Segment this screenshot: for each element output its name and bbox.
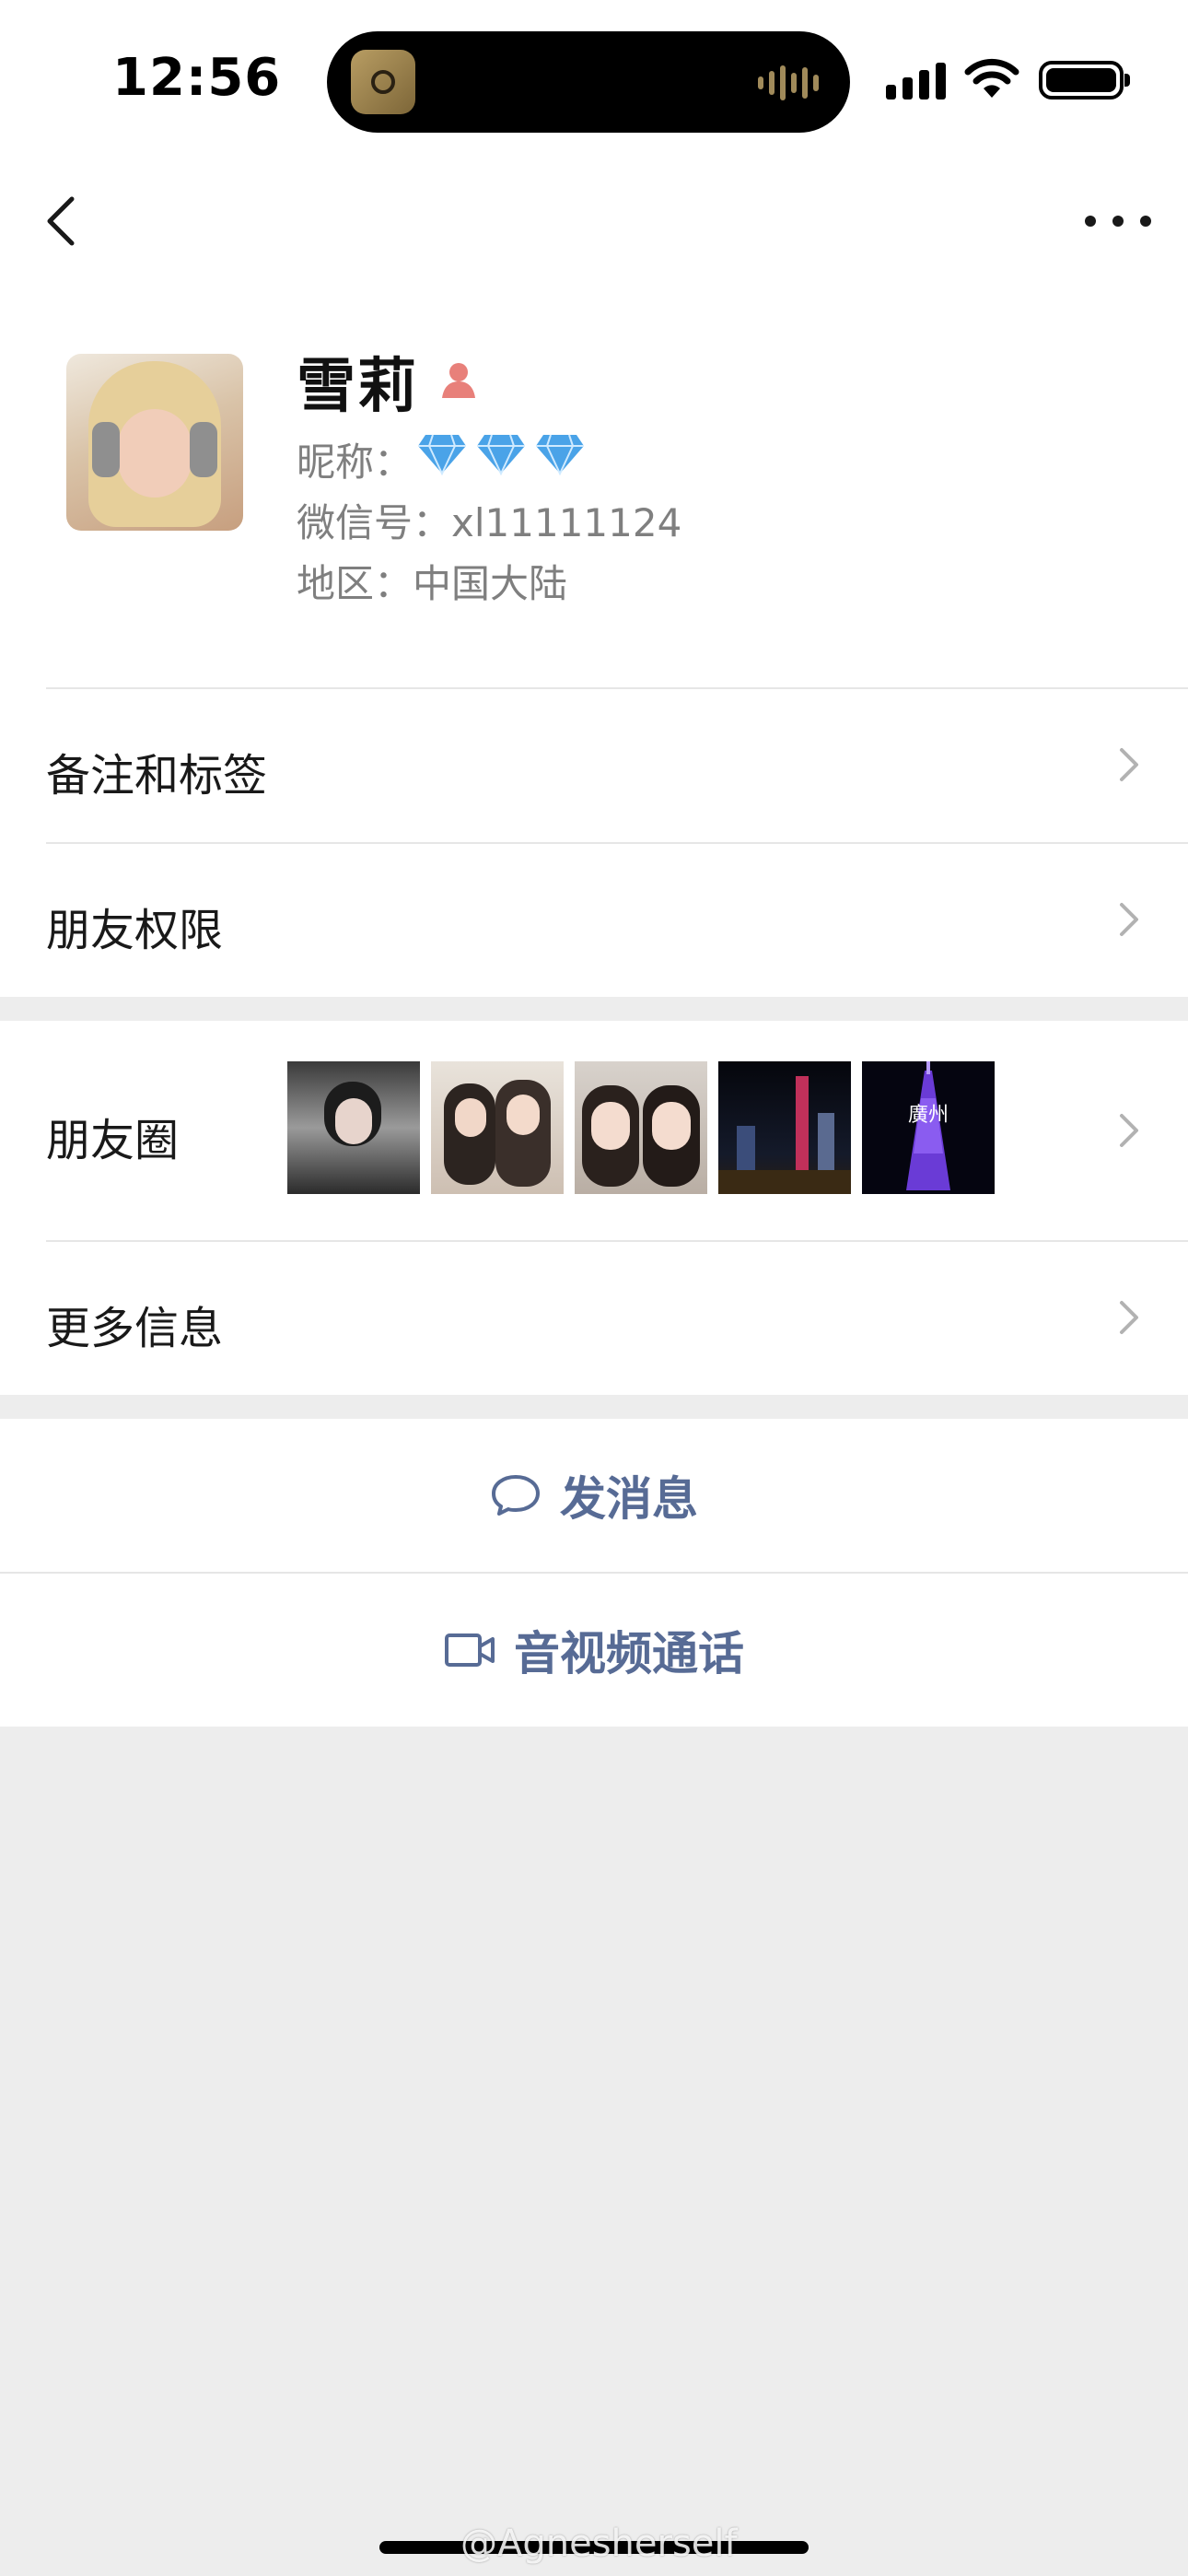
profile-header: 雪莉 昵称： 微信号：xl11111124 地区：中国大陆 <box>0 286 1188 687</box>
wifi-icon <box>964 58 1019 98</box>
row-label: 更多信息 <box>46 1303 224 1354</box>
row-friend-permissions[interactable]: 朋友权限 <box>0 842 1188 997</box>
row-label: 备注和标签 <box>46 750 268 802</box>
chevron-right-icon <box>1120 1301 1138 1334</box>
region: 地区：中国大陆 <box>297 553 567 609</box>
diamond-icon <box>418 434 466 475</box>
row-label: 朋友圈 <box>46 1115 180 1166</box>
send-message-button[interactable]: 发消息 <box>0 1419 1188 1572</box>
dynamic-island[interactable] <box>327 31 850 133</box>
video-call-label: 音视频通话 <box>514 1627 744 1680</box>
moments-thumbnail <box>575 1061 707 1194</box>
diamond-icon <box>536 434 584 475</box>
row-more-info[interactable]: 更多信息 <box>0 1240 1188 1395</box>
video-camera-icon <box>445 1633 495 1667</box>
status-time: 12:56 <box>112 48 282 108</box>
wechat-id-label: 微信号： <box>297 500 452 545</box>
moments-thumbnails: 廣州 <box>287 1061 995 1194</box>
audio-wave-icon <box>758 64 819 101</box>
status-bar: 12:56 <box>0 0 1188 157</box>
diamond-icon <box>477 434 525 475</box>
wechat-id: 微信号：xl11111124 <box>297 492 681 548</box>
region-label: 地区： <box>297 561 413 606</box>
more-options-icon[interactable] <box>1085 197 1151 245</box>
divider <box>46 687 1188 689</box>
moments-thumbnail <box>287 1061 420 1194</box>
battery-icon <box>1039 61 1130 100</box>
divider <box>46 842 1188 844</box>
chevron-right-icon <box>1120 748 1138 781</box>
chevron-right-icon <box>1120 903 1138 936</box>
back-icon[interactable] <box>37 184 92 258</box>
moments-thumbnail: 廣州 <box>862 1061 995 1194</box>
chat-bubble-icon <box>492 1475 540 1516</box>
wechat-id-value: xl11111124 <box>451 500 682 545</box>
region-value: 中国大陆 <box>413 561 568 606</box>
nickname-value <box>416 431 586 475</box>
row-moments[interactable]: 朋友圈 廣州 <box>0 1021 1188 1240</box>
nickname-label: 昵称： <box>297 439 413 485</box>
profile-name: 雪莉 <box>297 353 418 421</box>
live-activity-app-icon <box>351 50 415 114</box>
chevron-right-icon <box>1120 1114 1138 1147</box>
moments-thumbnail-caption: 廣州 <box>907 1104 949 1127</box>
moments-thumbnail <box>431 1061 564 1194</box>
watermark: @Agnesherself <box>460 2523 738 2565</box>
row-label: 朋友权限 <box>46 905 224 956</box>
row-remarks-tags[interactable]: 备注和标签 <box>0 687 1188 842</box>
moments-thumbnail <box>718 1061 851 1194</box>
cellular-signal-icon <box>886 61 946 100</box>
nav-bar <box>0 157 1188 286</box>
divider <box>46 1240 1188 1242</box>
send-message-label: 发消息 <box>560 1472 698 1526</box>
female-gender-icon <box>442 363 475 398</box>
avatar[interactable] <box>66 354 243 531</box>
video-call-button[interactable]: 音视频通话 <box>0 1574 1188 1727</box>
